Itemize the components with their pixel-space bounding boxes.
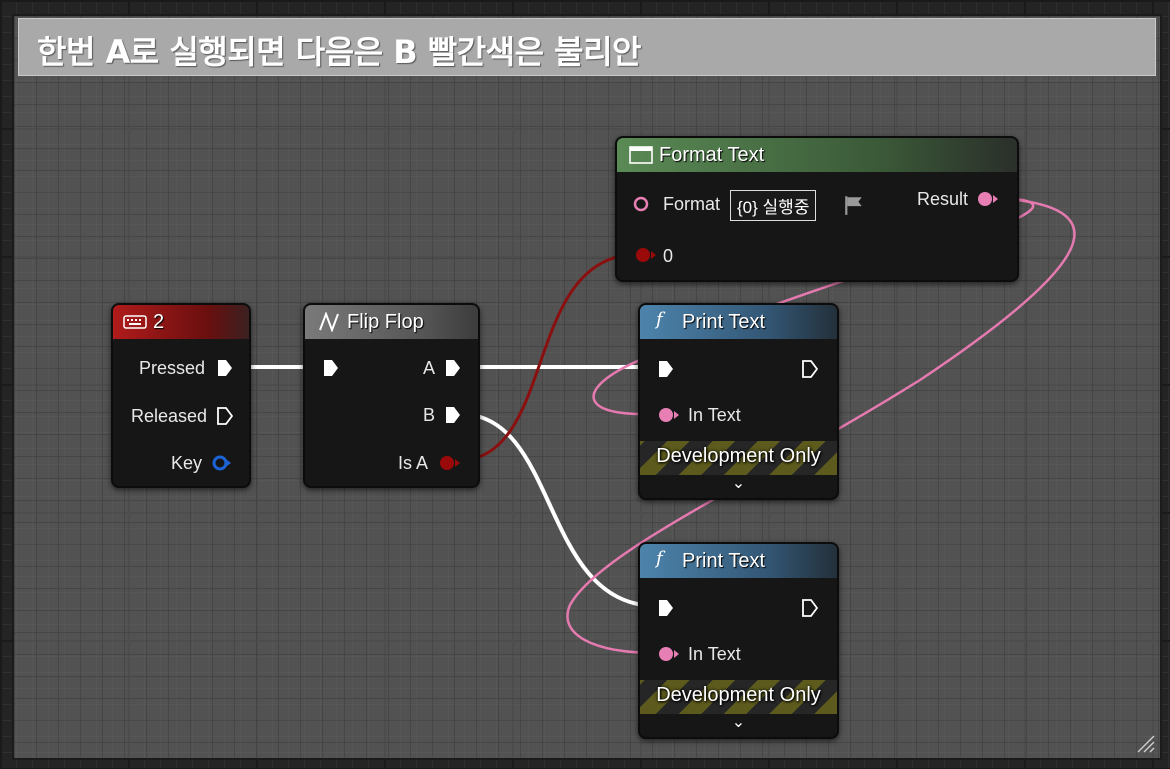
flip-flop-icon [319, 312, 339, 332]
expand-chevron-icon[interactable]: ⌄ [640, 473, 837, 492]
format-text-field[interactable]: {0} 실행중 [730, 190, 817, 221]
key-struct-pin-icon[interactable] [211, 455, 233, 471]
resize-handle-icon[interactable] [1134, 732, 1156, 754]
development-only-label-2: Development Only [656, 684, 821, 706]
a-exec-pin-icon[interactable] [445, 359, 461, 377]
comment-header[interactable]: 한번 A로 실행되면 다음은 B 빨간색은 불리안 [18, 18, 1156, 76]
zero-bool-pin-icon[interactable] [633, 247, 659, 263]
released-pin-label: Released [131, 406, 208, 426]
print1-exec-in-pin-icon[interactable] [658, 360, 674, 378]
flip-flop-title: Flip Flop [347, 311, 424, 333]
zero-pin-label: 0 [663, 246, 674, 266]
flip-flop-exec-in-pin-icon[interactable] [323, 359, 339, 377]
print2-in-text-label: In Text [688, 644, 741, 664]
result-text-pin-icon[interactable] [975, 191, 1001, 207]
keyboard-icon [123, 315, 147, 329]
format-text-icon [629, 146, 653, 164]
print2-exec-out-pin-icon[interactable] [802, 599, 818, 617]
format-text-title: Format Text [659, 144, 765, 166]
print1-in-text-label: In Text [688, 405, 741, 425]
print-text-node-1[interactable]: f Print Text In Text Development Only ⌄ [638, 303, 839, 500]
comment-title[interactable]: 한번 A로 실행되면 다음은 B 빨간색은 불리안 [37, 27, 641, 73]
print1-in-text-pin-icon[interactable] [656, 407, 682, 423]
b-pin-label: B [423, 405, 436, 425]
b-exec-pin-icon[interactable] [445, 406, 461, 424]
print2-exec-in-pin-icon[interactable] [658, 599, 674, 617]
key-pin-label: Key [171, 453, 203, 473]
development-only-banner-2: Development Only [640, 680, 837, 714]
print-text-node-2[interactable]: f Print Text In Text Development Only ⌄ [638, 542, 839, 739]
development-only-banner-1: Development Only [640, 441, 837, 475]
print1-exec-out-pin-icon[interactable] [802, 360, 818, 378]
released-exec-pin-icon[interactable] [217, 407, 233, 425]
development-only-label-1: Development Only [656, 445, 821, 467]
key-2-node[interactable]: 2 Pressed Released Key [111, 303, 251, 488]
print-text-title-1: Print Text [682, 311, 765, 333]
is-a-pin-label: Is A [398, 453, 429, 473]
is-a-bool-pin-icon[interactable] [438, 455, 462, 471]
format-pin-label: Format [663, 194, 721, 214]
format-text-node[interactable]: Format Text Format {0} 실행중 Result 0 [615, 136, 1019, 282]
key-node-title: 2 [153, 311, 165, 333]
a-pin-label: A [423, 358, 436, 378]
flip-flop-node[interactable]: Flip Flop A B Is A [303, 303, 480, 488]
result-pin-label: Result [917, 189, 969, 209]
pressed-exec-pin-icon[interactable] [217, 359, 233, 377]
function-icon: f [656, 548, 663, 569]
print-text-title-2: Print Text [682, 550, 765, 572]
expand-chevron-icon[interactable]: ⌄ [640, 712, 837, 731]
pressed-pin-label: Pressed [139, 358, 206, 378]
function-icon: f [656, 309, 663, 330]
print2-in-text-pin-icon[interactable] [656, 646, 682, 662]
format-in-pin-icon[interactable] [633, 196, 653, 212]
localization-flag-icon[interactable] [843, 194, 865, 216]
